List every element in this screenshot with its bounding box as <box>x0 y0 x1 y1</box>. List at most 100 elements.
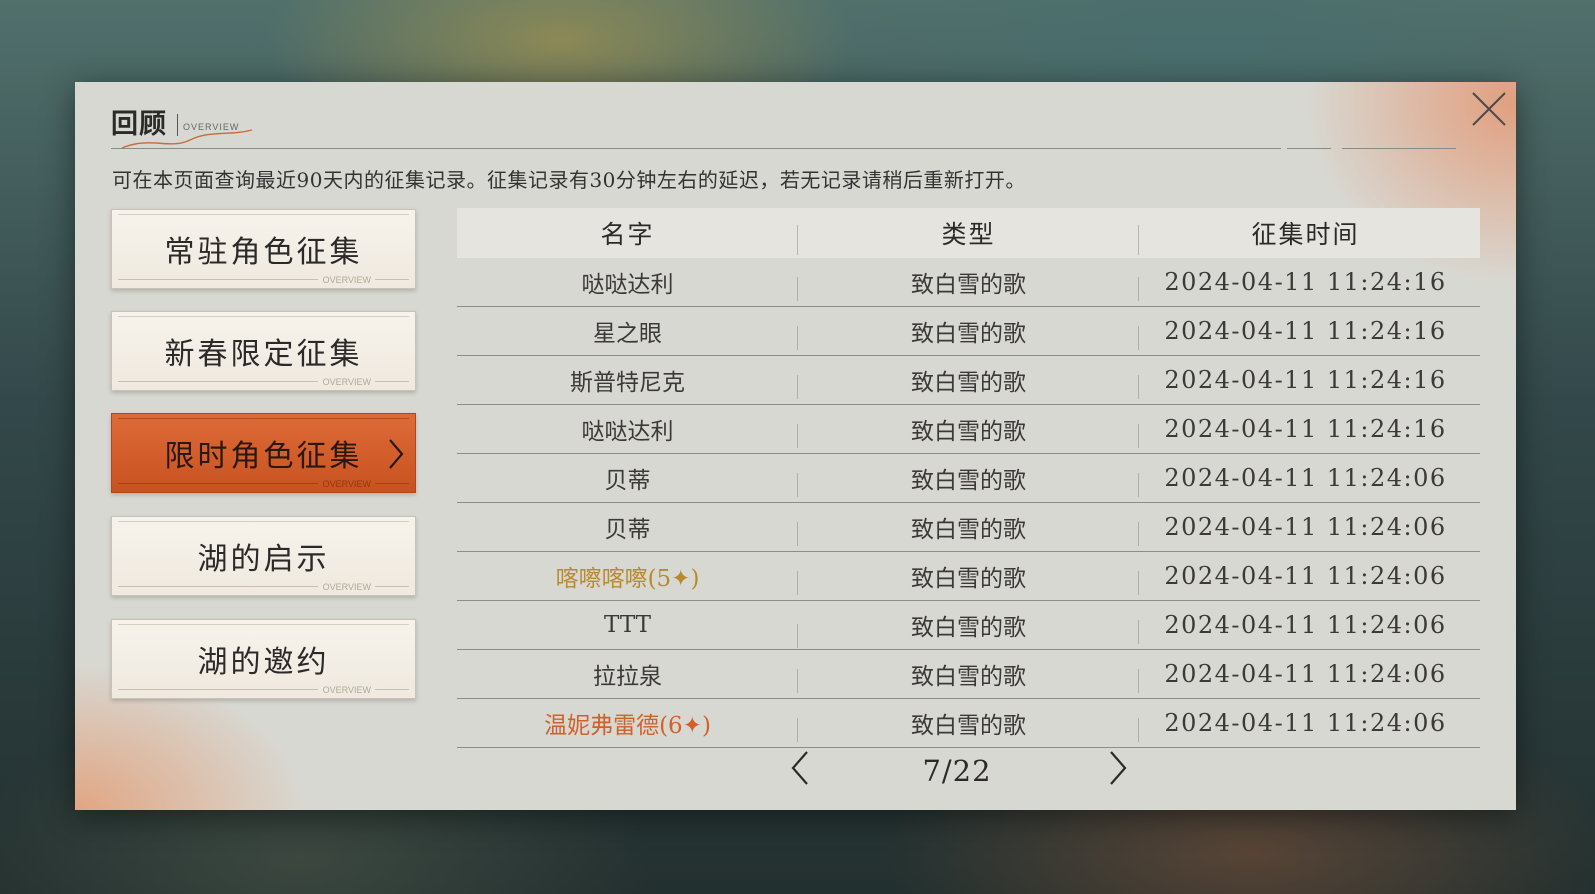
cell-time-text: 2024-04-11 11:24:06 <box>1164 562 1447 590</box>
table-body: 哒哒达利 致白雪的歌 2024-04-11 11:24:16 星之眼 致白雪的歌 2024… <box>457 258 1480 748</box>
table-row: 贝蒂 致白雪的歌 2024-04-11 11:24:06 <box>457 503 1480 552</box>
button-deco-line <box>375 279 409 280</box>
cell-time: 2024-04-11 11:24:16 <box>1139 268 1472 296</box>
cell-name-text: 拉拉泉 <box>593 664 662 690</box>
category-label: 常驻角色征集 <box>164 235 363 270</box>
cell-name-text: TTT <box>604 612 651 638</box>
column-header-label: 征集时间 <box>1251 220 1360 249</box>
cell-time: 2024-04-11 11:24:06 <box>1139 611 1472 639</box>
header-rule <box>111 148 1281 149</box>
cell-time: 2024-04-11 11:24:06 <box>1139 513 1472 541</box>
category-label: 湖的邀约 <box>197 645 330 680</box>
cell-type: 致白雪的歌 <box>798 412 1139 448</box>
cell-type-text: 致白雪的歌 <box>911 321 1026 347</box>
cell-type-text: 致白雪的歌 <box>911 419 1026 445</box>
cell-time: 2024-04-11 11:24:06 <box>1139 660 1472 688</box>
button-deco-line <box>375 689 409 690</box>
button-deco-line <box>118 418 409 419</box>
cell-name-text: 温妮弗雷德(6✦) <box>544 713 711 739</box>
cell-time: 2024-04-11 11:24:16 <box>1139 317 1472 345</box>
table-row: 贝蒂 致白雪的歌 2024-04-11 11:24:06 <box>457 454 1480 503</box>
button-deco-line <box>118 214 409 215</box>
table-header: 名字 类型 征集时间 <box>457 208 1480 258</box>
cell-type-text: 致白雪的歌 <box>911 370 1026 396</box>
cell-name: 拉拉泉 <box>457 657 798 693</box>
category-label: 限时角色征集 <box>164 439 363 474</box>
cell-type: 致白雪的歌 <box>798 706 1139 742</box>
page-indicator: 7/22 <box>922 754 992 788</box>
cell-time-text: 2024-04-11 11:24:06 <box>1164 513 1447 541</box>
cell-time: 2024-04-11 11:24:06 <box>1139 709 1472 737</box>
cell-name: 哒哒达利 <box>457 412 798 448</box>
cell-name-text: 斯普特尼克 <box>570 370 685 396</box>
title-divider <box>177 114 178 136</box>
column-header-label: 名字 <box>600 220 655 249</box>
button-deco-line <box>375 586 409 587</box>
cell-type-text: 致白雪的歌 <box>911 713 1026 739</box>
table-row: 星之眼 致白雪的歌 2024-04-11 11:24:16 <box>457 307 1480 356</box>
cell-type-text: 致白雪的歌 <box>911 615 1026 641</box>
description-text: 可在本页面查询最近90天内的征集记录。征集记录有30分钟左右的延迟，若无记录请稍… <box>112 168 1026 192</box>
button-deco-line <box>118 586 318 587</box>
cell-time-text: 2024-04-11 11:24:06 <box>1164 464 1447 492</box>
cell-type-text: 致白雪的歌 <box>911 664 1026 690</box>
category-label: 湖的启示 <box>197 542 330 577</box>
cell-type: 致白雪的歌 <box>798 461 1139 497</box>
cell-name: TTT <box>457 612 798 648</box>
cell-name-text: 星之眼 <box>593 321 662 347</box>
cell-name: 喀嚓喀嚓(5✦) <box>457 559 798 595</box>
button-deco-line <box>375 483 409 484</box>
category-standard-button[interactable]: 常驻角色征集 OVERVIEW <box>111 209 416 289</box>
cell-type: 致白雪的歌 <box>798 314 1139 350</box>
close-icon <box>1472 92 1506 126</box>
button-deco-line <box>118 279 318 280</box>
records-table: 名字 类型 征集时间 哒哒达利 致白雪的歌 2024-04-11 11:24:16 星… <box>457 208 1480 748</box>
chevron-right-icon <box>389 439 404 469</box>
cell-type-text: 致白雪的歌 <box>911 517 1026 543</box>
cell-type: 致白雪的歌 <box>798 363 1139 399</box>
chevron-right-icon <box>1110 751 1127 785</box>
cell-type: 致白雪的歌 <box>798 510 1139 546</box>
column-header-type: 类型 <box>798 215 1139 255</box>
cell-type-text: 致白雪的歌 <box>911 272 1026 298</box>
chevron-left-icon <box>791 751 808 785</box>
cell-time-text: 2024-04-11 11:24:16 <box>1164 415 1447 443</box>
button-deco-line <box>375 381 409 382</box>
cell-name-text: 贝蒂 <box>604 517 651 543</box>
cell-name: 贝蒂 <box>457 461 798 497</box>
cell-type: 致白雪的歌 <box>798 265 1139 301</box>
cell-time: 2024-04-11 11:24:16 <box>1139 366 1472 394</box>
prev-page-button[interactable] <box>789 750 811 790</box>
button-deco-line <box>118 483 318 484</box>
category-lake-invitation-button[interactable]: 湖的邀约 OVERVIEW <box>111 619 416 699</box>
cell-time-text: 2024-04-11 11:24:06 <box>1164 709 1447 737</box>
category-limited-character-button[interactable]: 限时角色征集 OVERVIEW <box>111 413 416 493</box>
category-tag: OVERVIEW <box>322 377 371 387</box>
page-subtitle: OVERVIEW <box>183 122 240 132</box>
cell-time: 2024-04-11 11:24:16 <box>1139 415 1472 443</box>
close-button[interactable] <box>1470 90 1508 128</box>
category-lake-revelation-button[interactable]: 湖的启示 OVERVIEW <box>111 516 416 596</box>
cell-time: 2024-04-11 11:24:06 <box>1139 464 1472 492</box>
cell-name: 斯普特尼克 <box>457 363 798 399</box>
cell-type: 致白雪的歌 <box>798 657 1139 693</box>
cell-name-text: 喀嚓喀嚓(5✦) <box>555 566 700 592</box>
cell-name: 温妮弗雷德(6✦) <box>457 706 798 742</box>
header-rule-right <box>1342 148 1456 149</box>
next-page-button[interactable] <box>1107 750 1129 790</box>
table-row: 哒哒达利 致白雪的歌 2024-04-11 11:24:16 <box>457 258 1480 307</box>
button-deco-line <box>118 381 318 382</box>
table-row: 哒哒达利 致白雪的歌 2024-04-11 11:24:16 <box>457 405 1480 454</box>
cell-name: 星之眼 <box>457 314 798 350</box>
cell-name: 贝蒂 <box>457 510 798 546</box>
table-row: TTT 致白雪的歌 2024-04-11 11:24:06 <box>457 601 1480 650</box>
cell-time-text: 2024-04-11 11:24:16 <box>1164 366 1447 394</box>
cell-type: 致白雪的歌 <box>798 559 1139 595</box>
column-header-name: 名字 <box>457 215 798 255</box>
table-row: 温妮弗雷德(6✦) 致白雪的歌 2024-04-11 11:24:06 <box>457 699 1480 748</box>
button-deco-line <box>118 689 318 690</box>
category-tag: OVERVIEW <box>322 582 371 592</box>
pagination: 7/22 <box>457 746 1480 796</box>
cell-type-text: 致白雪的歌 <box>911 468 1026 494</box>
category-spring-limited-button[interactable]: 新春限定征集 OVERVIEW <box>111 311 416 391</box>
